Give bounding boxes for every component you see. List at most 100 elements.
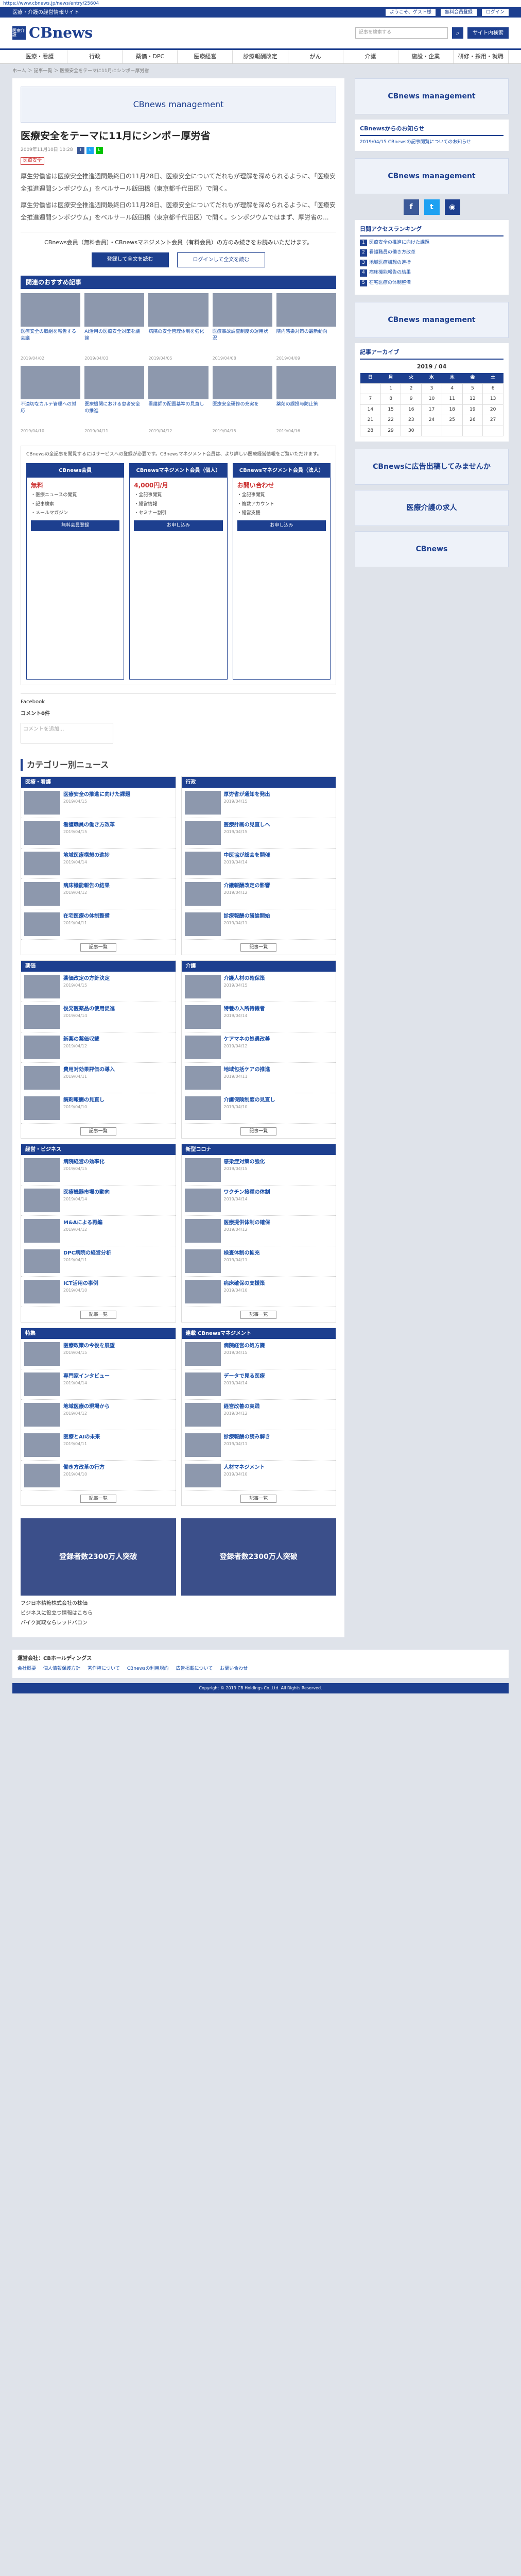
category-item-title[interactable]: 医療政策の今後を展望 <box>63 1342 115 1350</box>
category-thumbnail[interactable] <box>24 882 60 906</box>
recommend-thumbnail[interactable] <box>276 293 336 327</box>
side-ad-1[interactable]: CBnews management <box>355 78 509 114</box>
category-thumbnail[interactable] <box>24 1249 60 1273</box>
category-item-title[interactable]: 調剤報酬の見直し <box>63 1096 105 1104</box>
search-icon[interactable]: ⌕ <box>452 27 463 39</box>
top-link[interactable]: 無料会員登録 <box>440 9 477 16</box>
text-ad[interactable]: バイク買取ならレッドバロン <box>21 1619 336 1627</box>
category-thumbnail[interactable] <box>24 974 60 998</box>
recommend-item[interactable]: 医療事故調査制度の運用状況 2019/04/08 <box>212 293 272 362</box>
category-item[interactable]: 地域医療の現場から 2019/04/12 <box>21 1400 176 1430</box>
recommend-item[interactable]: 医療安全研修の充実を 2019/04/15 <box>212 365 272 434</box>
category-item[interactable]: 検査体制の拡充 2019/04/11 <box>181 1246 336 1277</box>
category-item-title[interactable]: 医療機器市場の動向 <box>63 1189 110 1196</box>
more-button[interactable]: 記事一覧 <box>240 1311 277 1319</box>
nav-item[interactable]: 薬価・DPC <box>123 50 178 63</box>
category-thumbnail[interactable] <box>24 1158 60 1182</box>
ranking-title[interactable]: 病床機能報告の結果 <box>369 269 411 277</box>
category-thumbnail[interactable] <box>24 1402 60 1427</box>
category-item-title[interactable]: M&Aによる再編 <box>63 1219 102 1227</box>
calendar-day[interactable]: 25 <box>441 415 463 426</box>
category-thumbnail[interactable] <box>184 1005 221 1029</box>
category-item-title[interactable]: データで見る医療 <box>224 1372 265 1380</box>
category-item[interactable]: 医療計画の見直しへ 2019/04/15 <box>181 818 336 849</box>
nav-item[interactable]: 医療経営 <box>178 50 233 63</box>
category-item[interactable]: DPC病院の経営分析 2019/04/11 <box>21 1246 176 1277</box>
category-thumbnail[interactable] <box>24 1433 60 1457</box>
category-item-title[interactable]: 医療計画の見直しへ <box>224 821 270 829</box>
category-item[interactable]: データで見る医療 2019/04/14 <box>181 1369 336 1400</box>
more-button[interactable]: 記事一覧 <box>80 943 116 952</box>
logo[interactable]: 医療介護 CBnews <box>12 22 93 44</box>
category-thumbnail[interactable] <box>24 1280 60 1303</box>
recommend-title[interactable]: 病院の安全管理体制を強化 <box>148 329 208 355</box>
footer-link[interactable]: お問い合わせ <box>220 1666 248 1673</box>
tag[interactable]: 医療安全 <box>21 157 45 165</box>
calendar-day[interactable]: 7 <box>360 394 381 405</box>
rss-icon[interactable]: ◉ <box>444 199 460 215</box>
search-input[interactable]: 記事を検索する <box>355 27 448 39</box>
category-thumbnail[interactable] <box>24 1005 60 1029</box>
more-button[interactable]: 記事一覧 <box>80 1127 116 1136</box>
top-banner-ad[interactable]: CBnews management <box>21 87 336 123</box>
recommend-thumbnail[interactable] <box>21 293 81 327</box>
footer-link[interactable]: 著作権について <box>88 1666 120 1673</box>
category-thumbnail[interactable] <box>24 1035 60 1059</box>
category-thumbnail[interactable] <box>184 1342 221 1366</box>
category-item[interactable]: 介護報酬改定の影響 2019/04/12 <box>181 879 336 909</box>
ranking-item[interactable]: 5 在宅医療の体制整備 <box>360 279 503 287</box>
more-button[interactable]: 記事一覧 <box>80 1494 116 1503</box>
more-button[interactable]: 記事一覧 <box>240 1127 277 1136</box>
comment-input[interactable]: コメントを追加... <box>21 723 113 743</box>
category-item[interactable]: 在宅医療の体制整備 2019/04/11 <box>21 909 176 940</box>
category-item-title[interactable]: 医療提供体制の確保 <box>224 1219 270 1227</box>
ranking-item[interactable]: 2 看護職員の働き方改革 <box>360 249 503 257</box>
category-item-title[interactable]: 特養の入所待機者 <box>224 1005 265 1013</box>
category-item[interactable]: 病院経営の処方箋 2019/04/15 <box>181 1339 336 1369</box>
category-thumbnail[interactable] <box>24 1342 60 1366</box>
calendar-day[interactable]: 12 <box>462 394 483 405</box>
category-item[interactable]: 介護保険制度の見直し 2019/04/10 <box>181 1093 336 1124</box>
calendar-day[interactable]: 29 <box>380 425 402 436</box>
category-item-title[interactable]: 厚労省が通知を発出 <box>224 791 270 799</box>
recommend-thumbnail[interactable] <box>276 365 336 399</box>
bottom-ad[interactable]: 登録者数2300万人突破 <box>181 1518 336 1596</box>
side-ad-6[interactable]: CBnews <box>355 531 509 567</box>
recommend-item[interactable]: 不適切なカルテ管理への対応 2019/04/10 <box>21 365 81 434</box>
ranking-item[interactable]: 3 地域医療構想の進捗 <box>360 259 503 266</box>
category-item[interactable]: 診療報酬の議論開始 2019/04/11 <box>181 909 336 940</box>
category-item[interactable]: 診療報酬の読み解き 2019/04/11 <box>181 1430 336 1461</box>
category-item-title[interactable]: 感染症対策の強化 <box>224 1158 265 1166</box>
ranking-title[interactable]: 在宅医療の体制整備 <box>369 280 411 287</box>
category-item-title[interactable]: 医療とAIの未来 <box>63 1433 100 1441</box>
more-button[interactable]: 記事一覧 <box>240 943 277 952</box>
category-item-title[interactable]: 専門家インタビュー <box>63 1372 110 1380</box>
calendar-day[interactable]: 8 <box>380 394 402 405</box>
recommend-thumbnail[interactable] <box>84 293 145 327</box>
recommend-title[interactable]: AI活用の医療安全対策を議論 <box>84 329 144 355</box>
category-thumbnail[interactable] <box>184 821 221 845</box>
recommend-title[interactable]: 医療安全の取組を報告する会議 <box>21 329 80 355</box>
side-ad-4[interactable]: CBnewsに広告出稿してみませんか <box>355 449 509 485</box>
footer-link[interactable]: 個人情報保護方針 <box>43 1666 80 1673</box>
site-search-button[interactable]: サイト内検索 <box>467 27 509 39</box>
category-item[interactable]: 医療提供体制の確保 2019/04/12 <box>181 1216 336 1246</box>
ranking-title[interactable]: 医療安全の推進に向けた課題 <box>369 240 429 247</box>
recommend-item[interactable]: 看護師の配置基準の見直し 2019/04/12 <box>148 365 209 434</box>
category-thumbnail[interactable] <box>184 1402 221 1427</box>
category-item-title[interactable]: 診療報酬の読み解き <box>224 1433 270 1441</box>
category-item[interactable]: 厚労省が通知を発出 2019/04/15 <box>181 788 336 818</box>
ranking-item[interactable]: 4 病床機能報告の結果 <box>360 269 503 277</box>
category-thumbnail[interactable] <box>24 791 60 815</box>
register-button[interactable]: 登録して全文を読む <box>91 252 169 267</box>
category-item[interactable]: 病院経営の効率化 2019/04/15 <box>21 1155 176 1185</box>
category-thumbnail[interactable] <box>24 1219 60 1243</box>
nav-item[interactable]: 医療・看護 <box>12 50 68 63</box>
category-item[interactable]: 地域包括ケアの推進 2019/04/11 <box>181 1063 336 1093</box>
recommend-title[interactable]: 医療機関における患者安全の推進 <box>84 401 144 428</box>
category-item[interactable]: ワクチン接種の体制 2019/04/14 <box>181 1185 336 1216</box>
category-item-title[interactable]: 地域医療構想の進捗 <box>63 852 110 859</box>
footer-link[interactable]: 広告掲載について <box>176 1666 213 1673</box>
category-thumbnail[interactable] <box>184 1219 221 1243</box>
category-item-title[interactable]: 病床機能報告の結果 <box>63 882 110 890</box>
